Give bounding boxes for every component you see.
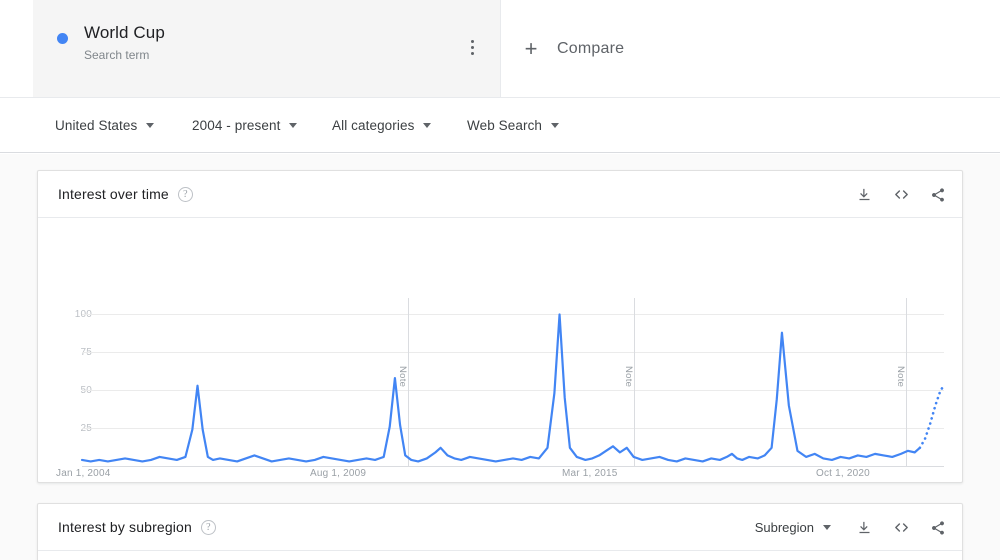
interest-over-time-chart: 100 75 50 25 Jan 1, 2004 Aug 1, 2009 Mar…	[38, 218, 962, 483]
subregion-select[interactable]: Subregion	[755, 520, 831, 535]
chevron-down-icon	[551, 122, 560, 128]
embed-icon[interactable]	[891, 518, 911, 538]
interest-by-subregion-card: Interest by subregion ? Subregion	[37, 503, 963, 560]
filter-time-range[interactable]: 2004 - present	[192, 98, 298, 152]
note-lines	[408, 298, 907, 466]
filter-category-label: All categories	[332, 117, 415, 133]
share-icon[interactable]	[928, 185, 948, 205]
chart-canvas	[80, 298, 946, 467]
search-term-subtitle: Search term	[84, 48, 150, 62]
filter-time-range-label: 2004 - present	[192, 117, 281, 133]
search-term-card[interactable]: World Cup Search term	[33, 0, 501, 97]
help-circle-icon[interactable]: ?	[177, 186, 193, 202]
plus-icon: +	[524, 35, 538, 61]
google-trends-page: World Cup Search term + Compare United S…	[0, 0, 1000, 560]
series-color-dot	[57, 33, 68, 44]
interest-by-subregion-actions: Subregion	[755, 504, 948, 551]
filter-region-label: United States	[55, 117, 138, 133]
chevron-down-icon	[289, 122, 298, 128]
compare-button[interactable]: + Compare	[502, 0, 960, 97]
trend-line-partial	[918, 384, 946, 450]
search-term-title: World Cup	[84, 23, 165, 42]
chevron-down-icon	[146, 122, 155, 128]
filter-search-type[interactable]: Web Search	[467, 98, 560, 152]
chevron-down-icon	[823, 525, 831, 530]
interest-over-time-actions	[854, 171, 948, 218]
download-icon[interactable]	[854, 518, 874, 538]
interest-over-time-title: Interest over time	[58, 186, 169, 202]
interest-by-subregion-title: Interest by subregion	[58, 519, 192, 535]
interest-over-time-header: Interest over time ?	[38, 171, 962, 218]
interest-over-time-card: Interest over time ? 100 75 50 25 Jan 1,…	[37, 170, 963, 483]
share-icon[interactable]	[928, 518, 948, 538]
download-icon[interactable]	[854, 185, 874, 205]
more-vert-icon[interactable]	[461, 36, 483, 58]
interest-by-subregion-header: Interest by subregion ? Subregion	[38, 504, 962, 551]
embed-icon[interactable]	[891, 185, 911, 205]
filter-bar: United States 2004 - present All categor…	[0, 97, 1000, 153]
trend-line	[80, 313, 921, 463]
subregion-select-label: Subregion	[754, 520, 814, 535]
filter-search-type-label: Web Search	[467, 117, 543, 133]
search-term-text: World Cup Search term	[84, 22, 165, 64]
filter-region[interactable]: United States	[55, 98, 155, 152]
search-term-bar: World Cup Search term + Compare	[0, 0, 1000, 97]
help-circle-icon[interactable]: ?	[200, 519, 216, 535]
chevron-down-icon	[423, 122, 432, 128]
compare-label: Compare	[557, 39, 625, 57]
filter-category[interactable]: All categories	[332, 98, 432, 152]
gridlines	[82, 314, 944, 429]
